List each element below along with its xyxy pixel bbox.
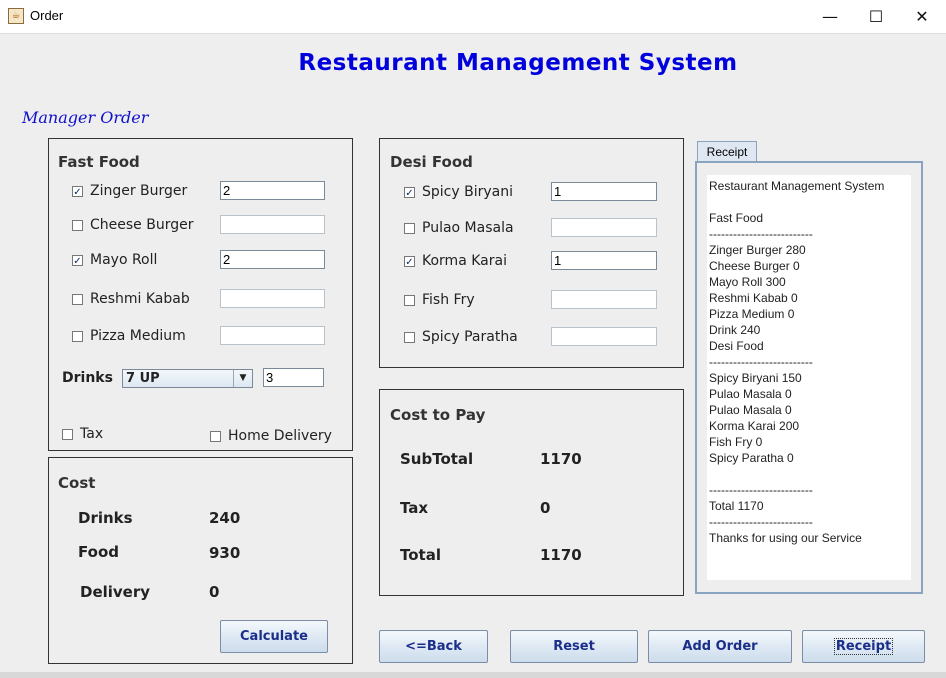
tax-checkbox[interactable]: Tax bbox=[62, 426, 103, 442]
item-label: Zinger Burger bbox=[90, 183, 188, 199]
fast-food-item[interactable]: Pizza Medium bbox=[72, 328, 186, 344]
cost-panel: Cost Drinks 240 Food 930 Delivery 0 Calc… bbox=[48, 457, 353, 664]
item-label: Cheese Burger bbox=[90, 217, 194, 233]
desi-food-item[interactable]: ✓ Spicy Biryani bbox=[404, 184, 513, 200]
item-label: Pulao Masala bbox=[422, 220, 514, 236]
fast-food-item[interactable]: ✓ Mayo Roll bbox=[72, 252, 157, 268]
checkbox[interactable]: ✓ bbox=[72, 254, 83, 267]
fast-food-item[interactable]: Cheese Burger bbox=[72, 217, 193, 233]
fast-food-panel: Fast Food ✓ Zinger Burger 2 Cheese Burge… bbox=[48, 138, 353, 451]
food-cost-label: Food bbox=[78, 543, 119, 561]
section-label: Manager Order bbox=[22, 108, 149, 127]
home-delivery-label: Home Delivery bbox=[228, 428, 332, 444]
item-label: Reshmi Kabab bbox=[90, 291, 190, 307]
desi-food-item[interactable]: Pulao Masala bbox=[404, 220, 514, 236]
fast-food-title: Fast Food bbox=[58, 153, 140, 171]
title-bar: ☕ Order — ☐ ✕ bbox=[0, 0, 946, 34]
drinks-dropdown[interactable]: 7 UP ▼ bbox=[122, 369, 253, 388]
checkbox[interactable] bbox=[62, 428, 73, 440]
checkbox[interactable] bbox=[404, 294, 415, 306]
subtotal-label: SubTotal bbox=[400, 450, 474, 468]
quantity-field[interactable] bbox=[220, 289, 325, 308]
order-window: ☕ Order — ☐ ✕ Restaurant Management Syst… bbox=[0, 0, 946, 678]
quantity-field[interactable]: 2 bbox=[220, 181, 325, 200]
desi-food-item[interactable]: Fish Fry bbox=[404, 292, 475, 308]
desi-food-title: Desi Food bbox=[390, 153, 473, 171]
cost-to-pay-panel: Cost to Pay SubTotal 1170 Tax 0 Total 11… bbox=[379, 389, 684, 596]
checkbox[interactable]: ✓ bbox=[404, 186, 415, 199]
cost-to-pay-title: Cost to Pay bbox=[390, 406, 486, 424]
bottom-strip bbox=[0, 672, 946, 678]
quantity-field[interactable]: 2 bbox=[220, 250, 325, 269]
fast-food-item[interactable]: Reshmi Kabab bbox=[72, 291, 190, 307]
fast-food-item[interactable]: ✓ Zinger Burger bbox=[72, 183, 187, 199]
food-cost-value: 930 bbox=[209, 544, 241, 562]
subtotal-value: 1170 bbox=[540, 450, 582, 468]
checkbox[interactable] bbox=[72, 219, 83, 231]
back-button[interactable]: <=Back bbox=[379, 630, 488, 663]
desi-food-panel: Desi Food ✓ Spicy Biryani 1 Pulao Masala… bbox=[379, 138, 684, 368]
quantity-field[interactable]: 1 bbox=[551, 182, 657, 201]
maximize-button[interactable]: ☐ bbox=[853, 0, 899, 33]
quantity-field[interactable]: 1 bbox=[551, 251, 657, 270]
total-value: 1170 bbox=[540, 546, 582, 564]
add-order-button[interactable]: Add Order bbox=[648, 630, 792, 663]
item-label: Mayo Roll bbox=[90, 252, 158, 268]
page-title: Restaurant Management System bbox=[298, 50, 738, 76]
item-label: Korma Karai bbox=[422, 253, 507, 269]
receipt-panel: Receipt Restaurant Management System Fas… bbox=[695, 140, 923, 594]
drinks-quantity-field[interactable]: 3 bbox=[263, 368, 324, 387]
total-label: Total bbox=[400, 546, 441, 564]
checkbox[interactable] bbox=[72, 330, 83, 342]
tax-cost-value: 0 bbox=[540, 499, 551, 517]
quantity-field[interactable] bbox=[220, 326, 325, 345]
desi-food-item[interactable]: ✓ Korma Karai bbox=[404, 253, 507, 269]
quantity-field[interactable] bbox=[220, 215, 325, 234]
checkbox[interactable] bbox=[404, 331, 415, 343]
drinks-label: Drinks bbox=[62, 370, 113, 386]
receipt-text-area[interactable]: Restaurant Management System Fast Food -… bbox=[707, 175, 911, 580]
close-button[interactable]: ✕ bbox=[899, 0, 945, 33]
checkbox[interactable]: ✓ bbox=[72, 185, 83, 198]
drinks-cost-label: Drinks bbox=[78, 509, 133, 527]
receipt-button[interactable]: Receipt bbox=[802, 630, 925, 663]
quantity-field[interactable] bbox=[551, 218, 657, 237]
item-label: Fish Fry bbox=[422, 292, 475, 308]
cost-title: Cost bbox=[58, 474, 96, 492]
tab-receipt[interactable]: Receipt bbox=[697, 141, 757, 161]
calculate-button[interactable]: Calculate bbox=[220, 620, 328, 653]
checkbox[interactable] bbox=[72, 293, 83, 305]
item-label: Spicy Biryani bbox=[422, 184, 513, 200]
checkbox[interactable] bbox=[404, 222, 415, 234]
chevron-down-icon[interactable]: ▼ bbox=[233, 370, 252, 387]
receipt-frame: Restaurant Management System Fast Food -… bbox=[695, 161, 923, 594]
receipt-button-label: Receipt bbox=[833, 638, 894, 655]
java-cup-icon: ☕ bbox=[8, 8, 24, 24]
desi-food-item[interactable]: Spicy Paratha bbox=[404, 329, 518, 345]
tax-cost-label: Tax bbox=[400, 499, 429, 517]
reset-button[interactable]: Reset bbox=[510, 630, 638, 663]
checkbox[interactable]: ✓ bbox=[404, 255, 415, 268]
quantity-field[interactable] bbox=[551, 327, 657, 346]
quantity-field[interactable] bbox=[551, 290, 657, 309]
minimize-button[interactable]: — bbox=[807, 0, 853, 33]
checkbox[interactable] bbox=[210, 430, 221, 442]
drinks-selected: 7 UP bbox=[126, 371, 160, 386]
tax-label: Tax bbox=[80, 426, 104, 442]
item-label: Spicy Paratha bbox=[422, 329, 518, 345]
delivery-cost-value: 0 bbox=[209, 583, 220, 601]
delivery-cost-label: Delivery bbox=[80, 583, 151, 601]
drinks-cost-value: 240 bbox=[209, 509, 241, 527]
item-label: Pizza Medium bbox=[90, 328, 186, 344]
window-title: Order bbox=[30, 8, 64, 23]
home-delivery-checkbox[interactable]: Home Delivery bbox=[210, 428, 332, 444]
